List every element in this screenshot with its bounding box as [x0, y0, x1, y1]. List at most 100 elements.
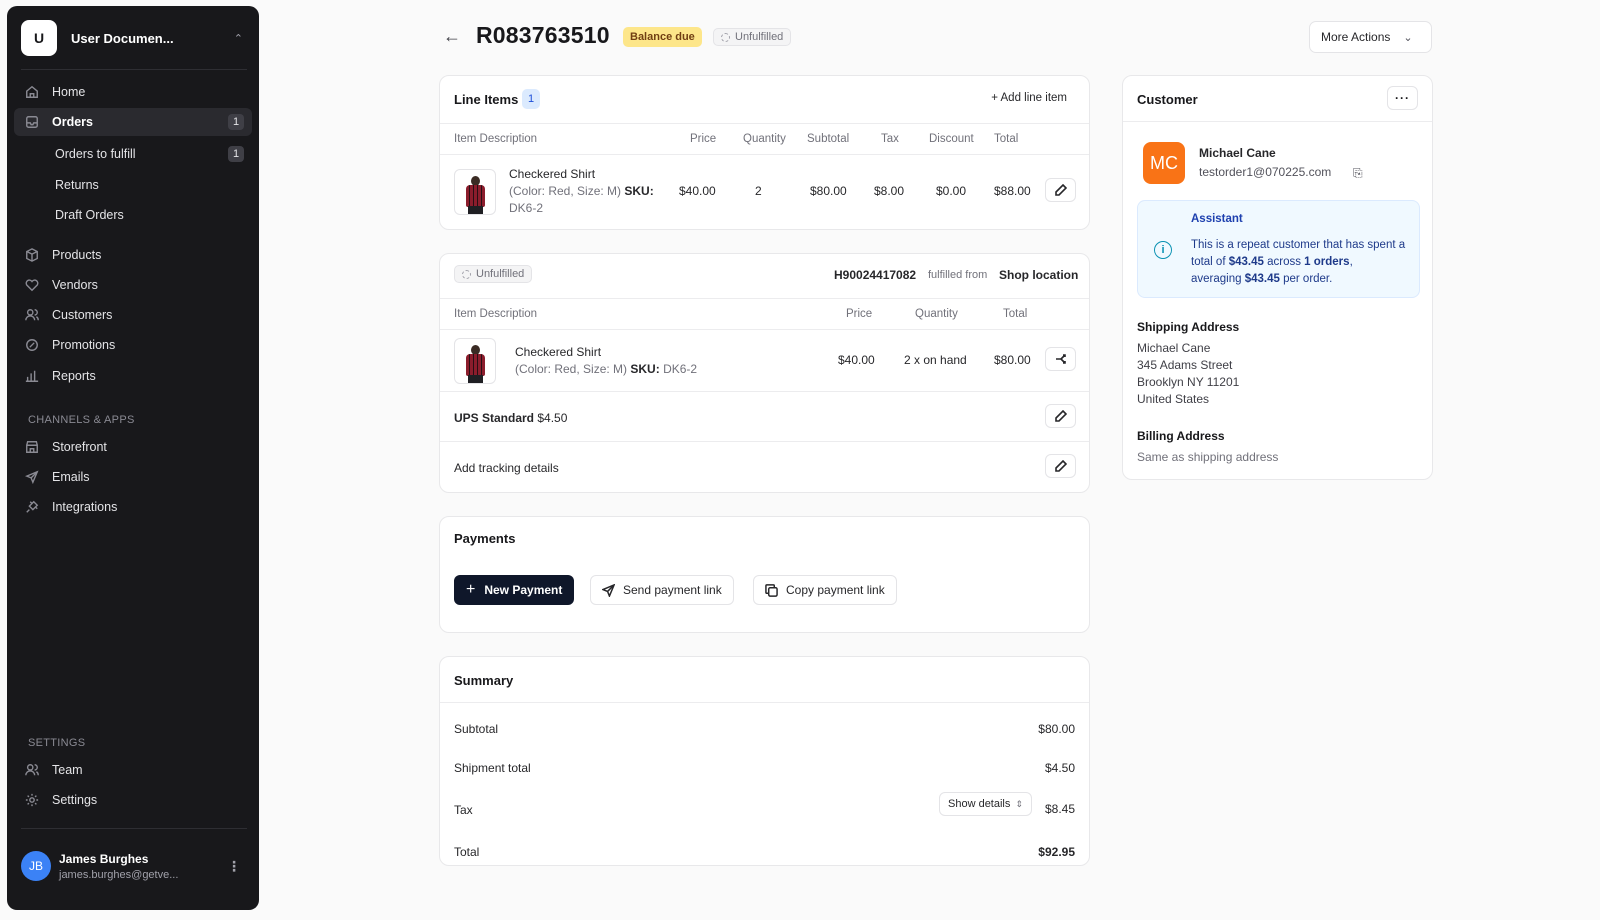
workspace-switcher[interactable]: U User Documen... ⌃	[21, 20, 247, 56]
sidebar-item-promotions[interactable]: Promotions	[14, 331, 252, 359]
sidebar-item-orders[interactable]: Orders 1	[14, 108, 252, 136]
tag-heart-icon	[24, 277, 40, 293]
store-icon	[24, 439, 40, 455]
sidebar-item-label: Team	[52, 763, 83, 777]
fulfillment-card: Unfulfilled H90024417082 fulfilled from …	[439, 253, 1090, 493]
copy-icon	[765, 583, 778, 597]
new-payment-button[interactable]: + New Payment	[454, 575, 575, 605]
payments-title: Payments	[454, 531, 516, 546]
edit-line-item-button[interactable]	[1045, 178, 1076, 202]
discount-icon	[24, 337, 40, 353]
column-header: Quantity	[915, 308, 958, 320]
shipping-address-title: Shipping Address	[1137, 320, 1240, 334]
product-name: Checkered Shirt	[515, 345, 602, 359]
column-header: Item Description	[454, 133, 538, 145]
sidebar-item-label: Draft Orders	[55, 208, 124, 222]
send-icon	[24, 469, 40, 485]
subtotal-label: Subtotal	[454, 722, 499, 736]
shipping-method: UPS Standard $4.50	[454, 411, 567, 425]
sidebar-item-label: Storefront	[52, 440, 107, 454]
button-label: New Payment	[484, 583, 563, 597]
column-header: Price	[846, 308, 873, 320]
line-items-count-badge: 1	[522, 89, 540, 109]
sidebar-item-products[interactable]: Products	[14, 241, 252, 269]
sidebar-item-label: Customers	[52, 308, 113, 322]
copy-payment-link-button[interactable]: Copy payment link	[753, 575, 897, 605]
assistant-message: This is a repeat customer that has spent…	[1191, 237, 1406, 288]
item-total: $80.00	[994, 353, 1031, 367]
column-header: Discount	[929, 133, 974, 145]
sidebar-item-label: Vendors	[52, 278, 98, 292]
sidebar-item-home[interactable]: Home	[14, 78, 252, 106]
divider	[440, 702, 1089, 703]
sidebar-item-reports[interactable]: Reports	[14, 362, 252, 390]
assistant-total-spent: $43.45	[1228, 256, 1264, 268]
edit-tracking-button[interactable]	[1045, 454, 1076, 478]
subtotal-value: $80.00	[1038, 722, 1075, 736]
address-line: 345 Adams Street	[1137, 358, 1233, 372]
item-quantity: 2	[755, 184, 762, 198]
page-title: R083763510	[476, 22, 610, 48]
line-items-card: Line Items 1 + Add line item Item Descri…	[439, 75, 1090, 230]
add-line-item-button[interactable]: + Add line item	[991, 92, 1067, 104]
sidebar-item-label: Settings	[52, 793, 98, 807]
shipping-price: $4.50	[537, 411, 568, 425]
user-menu[interactable]: JB James Burghes james.burghes@getve... …	[21, 846, 247, 886]
users-icon	[24, 762, 40, 778]
line-items-title: Line Items	[454, 92, 519, 107]
sidebar-item-customers[interactable]: Customers	[14, 301, 252, 329]
status-label: Unfulfilled	[476, 268, 525, 280]
divider	[21, 69, 247, 70]
sidebar-item-storefront[interactable]: Storefront	[14, 433, 252, 461]
split-fulfillment-button[interactable]	[1045, 347, 1076, 371]
bar-chart-icon	[24, 368, 40, 384]
sidebar-item-vendors[interactable]: Vendors	[14, 271, 252, 299]
sku-label: SKU:	[630, 362, 660, 376]
sidebar-item-label: Orders	[52, 115, 93, 129]
sidebar-item-emails[interactable]: Emails	[14, 463, 252, 491]
column-header: Total	[994, 133, 1019, 145]
sidebar-item-integrations[interactable]: Integrations	[14, 493, 252, 521]
sidebar-item-returns[interactable]: Returns	[55, 171, 252, 199]
customer-email: testorder1@070225.com	[1199, 165, 1332, 179]
customer-title: Customer	[1137, 92, 1198, 107]
edit-shipping-button[interactable]	[1045, 404, 1076, 428]
send-payment-link-button[interactable]: Send payment link	[590, 575, 734, 605]
product-description: Checkered Shirt (Color: Red, Size: M) SK…	[515, 344, 775, 378]
sidebar-item-orders-to-fulfill[interactable]: Orders to fulfill 1	[55, 140, 252, 168]
customer-avatar: MC	[1143, 142, 1185, 184]
item-total: $88.00	[994, 184, 1031, 198]
sidebar-item-label: Products	[52, 248, 102, 262]
channels-section-title: CHANNELS & APPS	[28, 414, 135, 426]
sidebar-item-team[interactable]: Team	[14, 756, 252, 784]
customer-more-button[interactable]: ···	[1387, 86, 1418, 110]
more-vertical-icon[interactable]: ⋮	[227, 858, 241, 875]
user-email: james.burghes@getve...	[59, 868, 179, 881]
shipping-method-name: UPS Standard	[454, 411, 535, 425]
product-name: Checkered Shirt	[509, 167, 596, 181]
assistant-text: per order.	[1279, 273, 1333, 285]
total-value: $92.95	[1038, 845, 1075, 859]
pencil-icon	[1054, 410, 1067, 422]
workspace-logo: U	[21, 20, 57, 56]
sidebar-item-settings[interactable]: Settings	[14, 786, 252, 814]
column-header: Price	[690, 133, 717, 145]
users-icon	[24, 307, 40, 323]
home-icon	[24, 84, 40, 100]
billing-address-title: Billing Address	[1137, 429, 1225, 443]
pencil-icon	[1054, 184, 1067, 196]
tax-show-details-button[interactable]: Show details ⇕	[939, 792, 1032, 816]
fulfillment-location: Shop location	[999, 268, 1079, 282]
copy-icon[interactable]: ⎘	[1353, 166, 1363, 181]
sidebar-item-draft-orders[interactable]: Draft Orders	[55, 201, 252, 229]
orders-count-badge: 1	[228, 114, 244, 130]
back-arrow-icon[interactable]: ←	[443, 26, 461, 47]
product-variant: (Color: Red, Size: M)	[515, 362, 628, 376]
tax-label: Tax	[454, 803, 473, 817]
sidebar-item-label: Emails	[52, 470, 90, 484]
item-tax: $8.00	[874, 184, 905, 198]
assistant-title: Assistant	[1191, 213, 1243, 225]
column-header: Subtotal	[807, 133, 850, 145]
divider	[440, 329, 1089, 330]
more-actions-button[interactable]: More Actions ⌄	[1309, 21, 1432, 53]
